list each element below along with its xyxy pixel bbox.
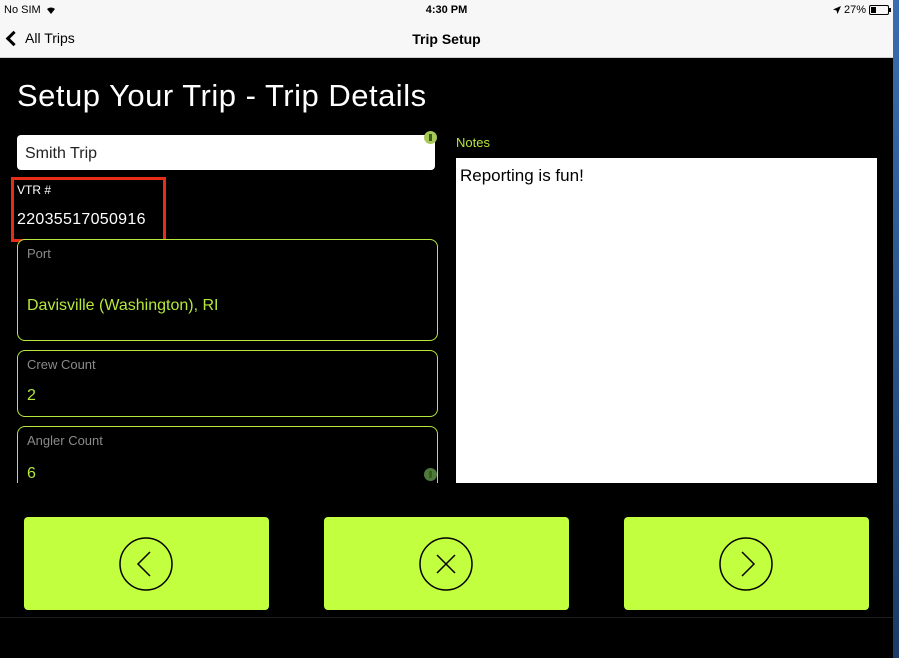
next-circle-icon: [719, 537, 773, 591]
page-title: Setup Your Trip - Trip Details: [17, 78, 427, 113]
port-field[interactable]: Port Davisville (Washington), RI: [17, 239, 438, 341]
port-label: Port: [27, 246, 51, 261]
crew-count-field[interactable]: Crew Count 2: [17, 350, 438, 417]
previous-circle-icon: [119, 537, 173, 591]
notes-label: Notes: [456, 135, 490, 150]
scroll-down-icon[interactable]: [424, 468, 437, 481]
scroll-up-icon[interactable]: [424, 131, 437, 144]
previous-button[interactable]: [24, 517, 269, 610]
battery-icon: [869, 5, 891, 15]
bottom-bar: [0, 617, 893, 658]
port-value: Davisville (Washington), RI: [27, 297, 219, 314]
next-button[interactable]: [624, 517, 869, 610]
crew-count-value: 2: [27, 387, 36, 404]
angler-count-value: 6: [27, 465, 36, 482]
status-right: 27%: [832, 4, 891, 16]
angler-count-label: Angler Count: [27, 433, 103, 448]
form-scroll-clip: [10, 483, 450, 513]
notes-textarea[interactable]: Reporting is fun!: [456, 158, 877, 483]
cancel-button[interactable]: [324, 517, 569, 610]
status-bar: No SIM 4:30 PM 27%: [0, 0, 893, 22]
angler-count-field[interactable]: Angler Count 6: [17, 426, 438, 488]
nav-title: Trip Setup: [412, 31, 481, 47]
vtr-highlight-box: [11, 177, 166, 242]
close-circle-icon: [419, 537, 473, 591]
battery-percent: 27%: [843, 4, 866, 16]
trip-name-field[interactable]: Smith Trip: [17, 135, 435, 170]
crew-count-label: Crew Count: [27, 357, 96, 372]
navigation-bar: All Trips Trip Setup: [0, 22, 893, 58]
app-screen: No SIM 4:30 PM 27% All Trips Trip Setup …: [0, 0, 893, 658]
status-time: 4:30 PM: [425, 4, 468, 16]
battery-fill: [871, 7, 876, 13]
device-edge: [893, 0, 899, 658]
location-arrow-icon: [832, 6, 841, 14]
